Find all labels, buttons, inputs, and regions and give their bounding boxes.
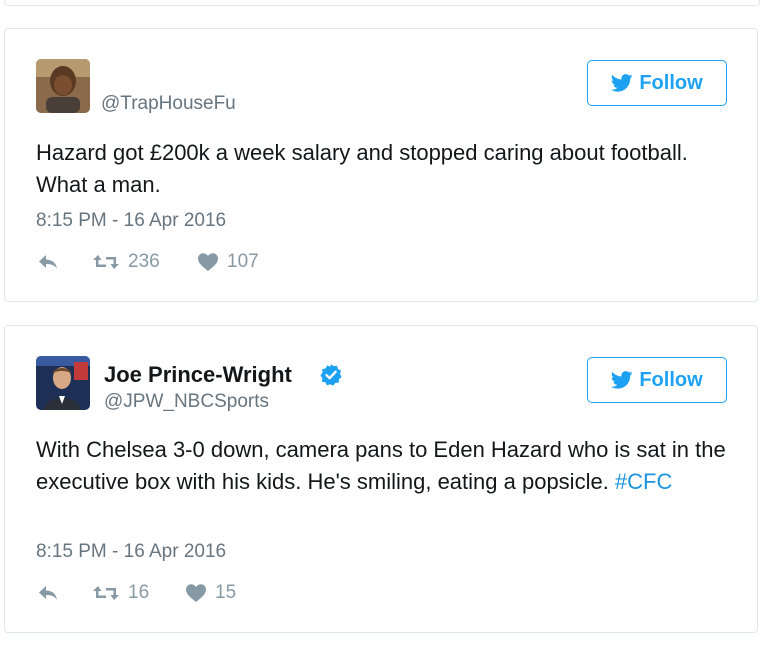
tweet-timestamp[interactable]: 8:15 PM - 16 Apr 2016 [36, 541, 226, 563]
reply-button[interactable] [36, 583, 92, 603]
retweet-button[interactable]: 236 [92, 251, 197, 273]
hashtag-link[interactable]: #CFC [615, 469, 672, 494]
like-count: 15 [215, 582, 237, 603]
retweet-count: 236 [128, 251, 160, 272]
avatar[interactable] [36, 59, 90, 113]
like-button[interactable]: 15 [185, 582, 236, 604]
follow-button[interactable]: Follow [587, 60, 727, 106]
previous-tweet-card-edge [4, 0, 760, 6]
reply-icon [39, 586, 57, 600]
twitter-bird-icon [611, 74, 633, 92]
tweet-text: With Chelsea 3-0 down, camera pans to Ed… [36, 434, 736, 498]
tweet-actions: 236 107 [36, 251, 259, 273]
like-count: 107 [227, 251, 259, 272]
twitter-bird-icon [611, 371, 633, 389]
tweet-timestamp[interactable]: 8:15 PM - 16 Apr 2016 [36, 210, 226, 232]
follow-button[interactable]: Follow [587, 357, 727, 403]
heart-icon [198, 253, 218, 271]
reply-button[interactable] [36, 252, 92, 272]
verified-badge-icon [320, 364, 342, 386]
tweet-card: Joe Prince-Wright @JPW_NBCSports Follow … [4, 325, 758, 633]
retweet-icon [93, 255, 119, 269]
avatar[interactable] [36, 356, 90, 410]
tweet-card: @TrapHouseFu Follow Hazard got £200k a w… [4, 28, 758, 302]
follow-label: Follow [639, 368, 703, 391]
display-name[interactable]: Joe Prince-Wright [104, 362, 292, 388]
user-handle[interactable]: @JPW_NBCSports [104, 391, 269, 413]
retweet-count: 16 [128, 582, 150, 603]
like-button[interactable]: 107 [197, 251, 259, 273]
tweet-actions: 16 15 [36, 582, 236, 604]
heart-icon [186, 584, 206, 602]
retweet-icon [93, 586, 119, 600]
retweet-button[interactable]: 16 [92, 582, 185, 604]
user-handle[interactable]: @TrapHouseFu [101, 93, 236, 115]
tweet-text: Hazard got £200k a week salary and stopp… [36, 140, 688, 197]
follow-label: Follow [639, 71, 703, 94]
reply-icon [39, 255, 57, 269]
